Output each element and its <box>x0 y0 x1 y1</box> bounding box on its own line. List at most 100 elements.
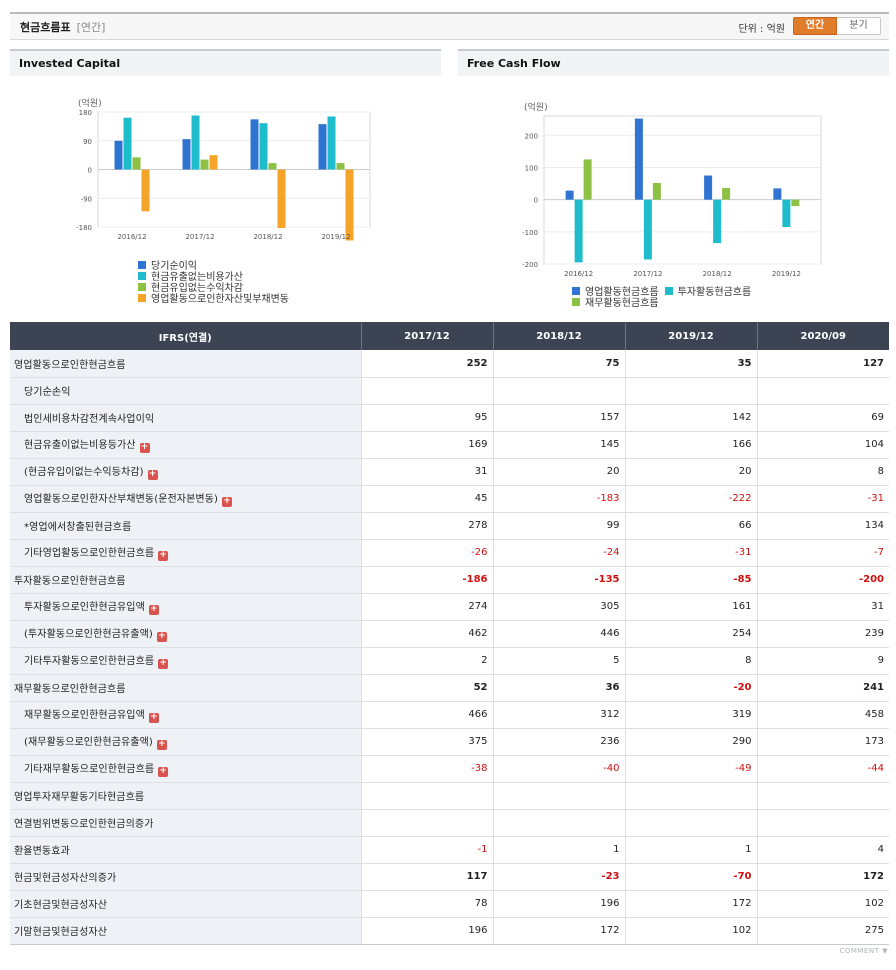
bar <box>643 199 652 260</box>
row-label-cell: 기타영업활동으로인한현금흐름 + <box>10 539 362 567</box>
y-tick-label: 100 <box>525 164 538 172</box>
unit-label: (억원) <box>78 97 102 109</box>
value-cell: 312 <box>493 701 626 729</box>
row-label-cell: 연결범위변동으로인한현금의증가 <box>10 809 362 837</box>
column-header: 2020/09 <box>757 322 889 350</box>
value-cell: 236 <box>493 728 626 756</box>
expand-icon[interactable]: + <box>148 605 159 615</box>
table-row: 연결범위변동으로인한현금의증가 <box>10 809 889 837</box>
column-header: 2017/12 <box>361 322 494 350</box>
value-cell: 466 <box>361 701 494 729</box>
expand-icon[interactable]: + <box>222 497 233 507</box>
comment-toggle[interactable]: COMMENT ▼ <box>839 947 888 955</box>
row-label: 연결범위변동으로인한현금의증가 <box>14 819 154 830</box>
expand-icon[interactable]: + <box>158 551 169 561</box>
value-cell: -31 <box>757 485 889 513</box>
legend-item: 영업활동으로인한자산및부채변동 <box>138 292 289 305</box>
value-cell: -20 <box>625 673 758 702</box>
value-cell: 274 <box>361 593 494 621</box>
table-row: 기타재무활동으로인한현금흐름 + -38 -40 -49 -44 <box>10 755 889 783</box>
value-cell <box>757 377 889 405</box>
bar <box>182 139 191 170</box>
value-cell: 4 <box>757 836 889 864</box>
bar <box>574 199 583 263</box>
bar <box>345 169 354 241</box>
value-cell <box>361 781 494 810</box>
value-cell: 104 <box>757 431 889 459</box>
tab-annual[interactable]: 연간 <box>793 17 837 35</box>
bar <box>259 123 268 170</box>
expand-icon[interactable]: + <box>147 470 158 480</box>
table-row: 영업활동으로인한자산부채변동(운전자본변동) +45 -183 -222 -31 <box>10 485 889 513</box>
row-label: 기타투자활동으로인한현금흐름 <box>24 656 155 667</box>
value-cell: 278 <box>361 512 494 540</box>
row-label: 기타영업활동으로인한현금흐름 <box>24 548 155 559</box>
bar <box>141 169 150 212</box>
bar <box>722 188 731 200</box>
value-cell: 127 <box>757 350 889 378</box>
row-label: 영업활동으로인한자산부채변동(운전자본변동) <box>24 494 219 505</box>
x-tick-label: 2016/12 <box>564 270 593 278</box>
legend-swatch <box>138 293 146 302</box>
corner-label: IFRS(연결) <box>10 322 362 350</box>
table-row: 재무활동으로인한현금흐름 52 36 -20 241 <box>10 673 889 702</box>
row-label: 투자활동으로인한현금흐름 <box>14 576 126 587</box>
value-cell <box>493 809 626 837</box>
value-cell: 117 <box>361 863 494 891</box>
y-tick-label: -180 <box>76 224 92 232</box>
value-cell: -200 <box>757 565 889 594</box>
value-cell: 31 <box>757 593 889 621</box>
value-cell: -222 <box>625 485 758 513</box>
row-label-cell: (투자활동으로인한현금유출액) + <box>10 620 362 648</box>
table-row: 재무활동으로인한현금유입액 +466 312 319 458 <box>10 701 889 729</box>
y-tick-label: -100 <box>522 229 538 237</box>
value-cell <box>361 809 494 837</box>
bar <box>327 116 336 170</box>
value-cell: 173 <box>757 728 889 756</box>
table-header-row: IFRS(연결) 2017/12 2018/12 2019/12 2020/09 <box>10 322 889 350</box>
value-cell: 172 <box>757 863 889 891</box>
value-cell: 166 <box>625 431 758 459</box>
row-label-cell: (재무활동으로인한현금유출액) + <box>10 728 362 756</box>
value-cell <box>493 377 626 405</box>
expand-icon[interactable]: + <box>156 632 167 642</box>
row-label: 당기순손익 <box>24 387 71 398</box>
statement-title: 현금흐름표 [연간] <box>20 19 105 35</box>
value-cell: -26 <box>361 539 494 567</box>
column-header: 2018/12 <box>493 322 626 350</box>
value-cell: -7 <box>757 539 889 567</box>
expand-icon[interactable]: + <box>148 713 159 723</box>
table-row: 기말현금및현금성자산 196 172 102 275 <box>10 917 889 945</box>
expand-icon[interactable]: + <box>156 740 167 750</box>
tab-quarterly[interactable]: 분기 <box>837 17 881 35</box>
row-label: 현금유출이없는비용등가산 <box>24 440 136 451</box>
value-cell: 75 <box>493 350 626 378</box>
legend-item: 투자활동현금흐름 <box>664 285 751 298</box>
invested-capital-legend: 당기순이익 현금유출없는비용가산 현금유입없는수익차감 영업활동으로인한자산및부채변동 <box>138 259 289 305</box>
value-cell: 1 <box>625 836 758 864</box>
row-label: (재무활동으로인한현금유출액) <box>24 737 153 748</box>
table-row: 투자활동으로인한현금유입액 +274 305 161 31 <box>10 593 889 621</box>
expand-icon[interactable]: + <box>158 659 169 669</box>
y-tick-label: 0 <box>88 167 92 175</box>
table-row: 영업활동으로인한현금흐름 252 75 35 127 <box>10 350 889 378</box>
column-header: 2019/12 <box>625 322 758 350</box>
legend-swatch <box>138 282 146 291</box>
row-label-cell: 재무활동으로인한현금흐름 <box>10 673 362 702</box>
value-cell: 145 <box>493 431 626 459</box>
value-cell: -24 <box>493 539 626 567</box>
value-cell: 172 <box>625 890 758 918</box>
expand-icon[interactable]: + <box>139 443 150 453</box>
y-tick-label: 200 <box>525 132 538 140</box>
y-tick-label: 0 <box>534 197 538 205</box>
bar <box>773 188 782 200</box>
row-label-cell: 영업활동으로인한자산부채변동(운전자본변동) + <box>10 485 362 513</box>
table-row: 환율변동효과 -1 1 1 4 <box>10 836 889 864</box>
expand-icon[interactable]: + <box>158 767 169 777</box>
value-cell: -40 <box>493 755 626 783</box>
statement-title-text: 현금흐름표 <box>20 21 71 34</box>
legend-label: 영업활동으로인한자산및부채변동 <box>151 294 289 305</box>
free-cash-flow-title: Free Cash Flow <box>458 49 889 76</box>
legend-swatch <box>664 286 673 295</box>
value-cell: 8 <box>625 647 758 675</box>
